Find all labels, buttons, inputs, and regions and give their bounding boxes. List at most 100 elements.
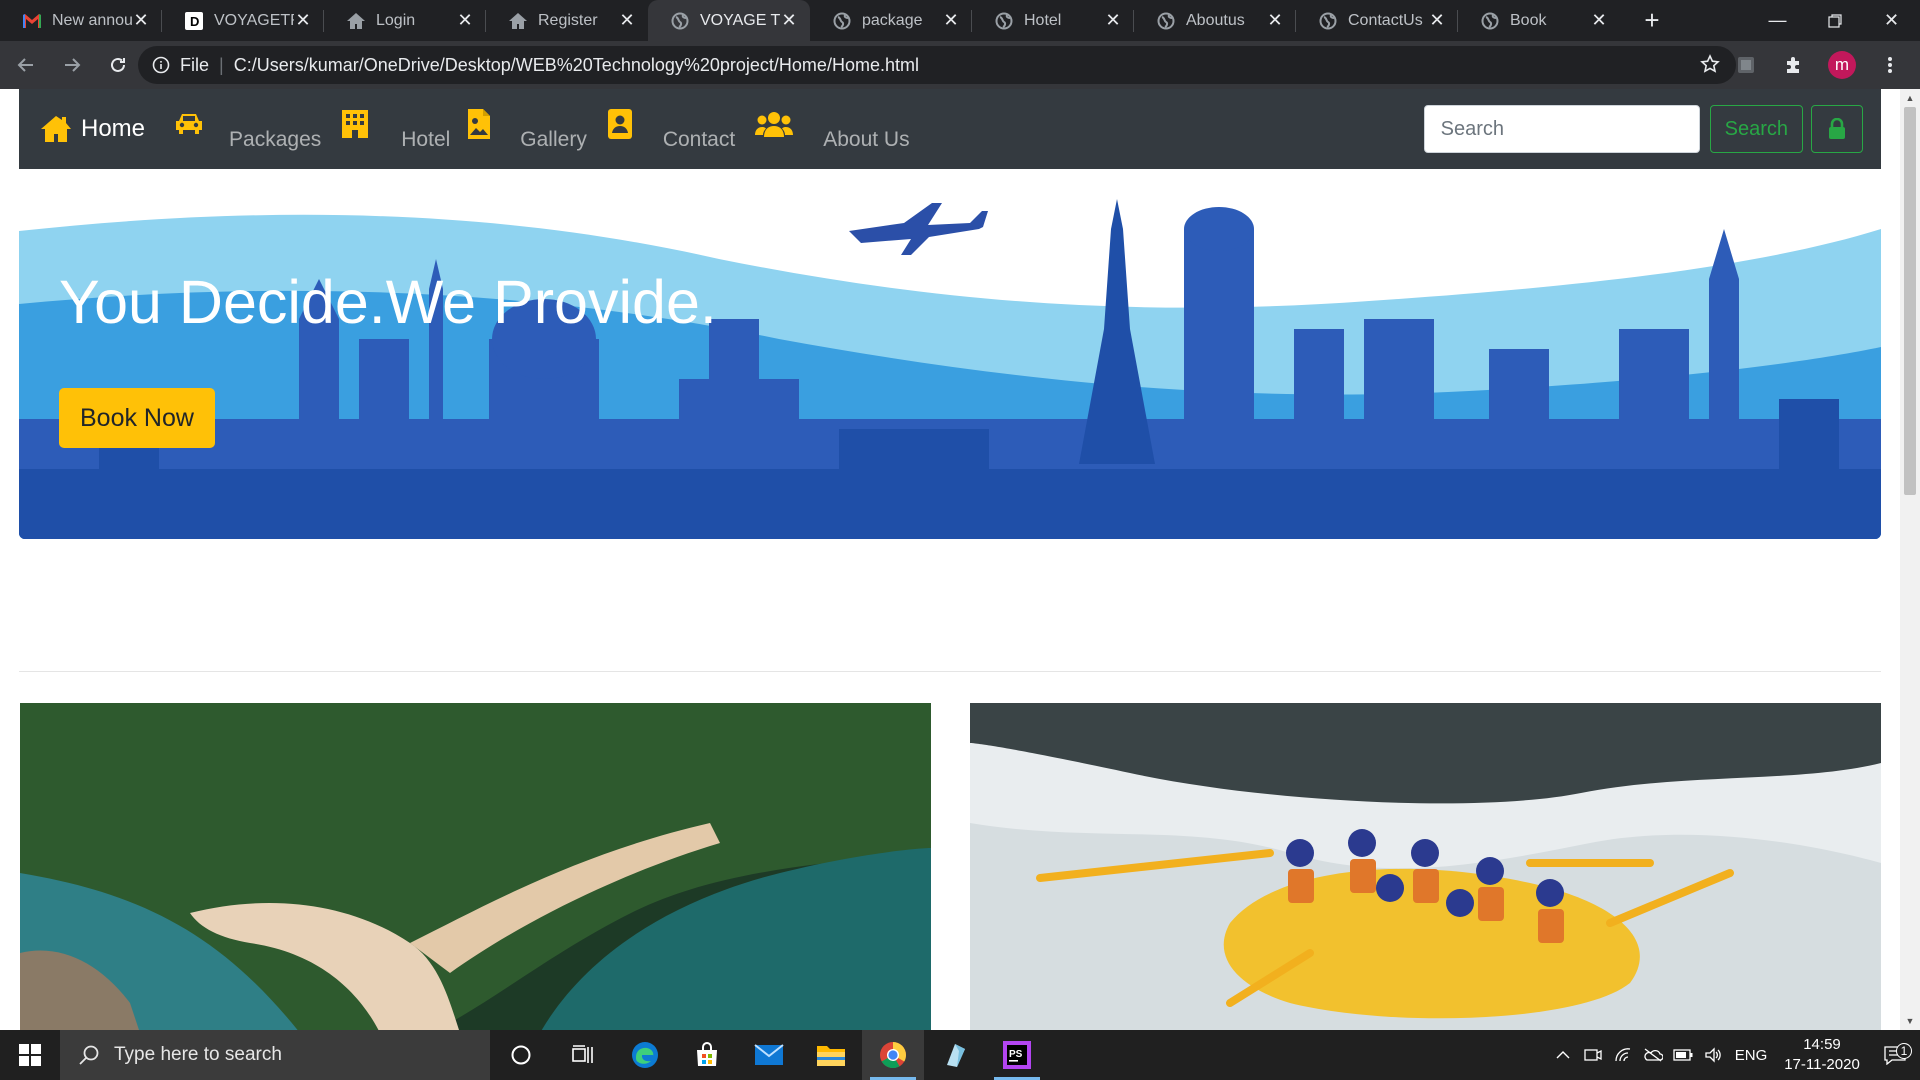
contact-card-icon — [607, 108, 633, 140]
browser-tab[interactable]: Book ✕ — [1458, 0, 1620, 41]
nav-link-label: About Us — [823, 128, 910, 151]
brand-label: Home — [81, 115, 146, 142]
microsoft-store-icon[interactable] — [676, 1030, 738, 1080]
home-icon — [346, 11, 366, 31]
nav-link-label: Hotel — [401, 128, 451, 151]
taskbar-search-placeholder: Type here to search — [114, 1044, 282, 1065]
brand-home-link[interactable]: Home — [39, 114, 145, 144]
gmail-icon — [22, 11, 42, 31]
bookmark-star-icon[interactable] — [1700, 54, 1720, 79]
nav-link-packages[interactable]: Packages — [229, 128, 321, 152]
url-text: C:/Users/kumar/OneDrive/Desktop/WEB%20Te… — [233, 54, 919, 75]
browser-tab-strip: New announ ✕ D VOYAGETRA ✕ Login ✕ Regis… — [0, 0, 1920, 41]
forward-arrow-icon[interactable] — [52, 45, 92, 85]
meet-now-icon[interactable] — [1578, 1047, 1608, 1063]
search-input[interactable] — [1423, 105, 1700, 153]
lock-icon — [1829, 118, 1845, 139]
river-rafting-image — [970, 703, 1881, 1030]
search-button[interactable]: Search — [1709, 105, 1803, 153]
building-icon — [339, 108, 371, 140]
wifi-icon[interactable] — [1608, 1047, 1638, 1063]
scroll-up-icon[interactable]: ▲ — [1905, 93, 1915, 103]
browser-tab[interactable]: Aboutus ✕ — [1134, 0, 1296, 41]
onedrive-icon[interactable] — [1638, 1048, 1668, 1062]
tab-title: Book — [1510, 11, 1547, 29]
globe-icon — [1156, 11, 1176, 31]
browser-tab[interactable]: D VOYAGETRA ✕ — [162, 0, 324, 41]
globe-icon — [1318, 11, 1338, 31]
info-icon[interactable] — [150, 54, 172, 76]
reload-icon[interactable] — [98, 45, 138, 85]
language-indicator[interactable]: ENG — [1728, 1047, 1774, 1064]
close-tab-icon[interactable]: ✕ — [1104, 10, 1122, 30]
kebab-menu-icon[interactable] — [1870, 45, 1910, 85]
extension-icon[interactable] — [1726, 45, 1766, 85]
back-arrow-icon[interactable] — [6, 45, 46, 85]
app-icon[interactable] — [924, 1030, 986, 1080]
close-tab-icon[interactable]: ✕ — [132, 10, 150, 30]
nav-link-label: Packages — [229, 128, 322, 151]
avatar: m — [1828, 51, 1856, 79]
browser-tab[interactable]: New announ ✕ — [0, 0, 162, 41]
chevron-up-icon[interactable] — [1548, 1050, 1578, 1060]
tab-title: ContactUs — [1348, 11, 1423, 29]
close-tab-icon[interactable]: ✕ — [1590, 10, 1608, 30]
svg-text:PS: PS — [1009, 1049, 1023, 1060]
nav-link-contact[interactable]: Contact — [663, 128, 735, 152]
nav-link-hotel[interactable]: Hotel — [401, 128, 450, 152]
task-view-icon[interactable] — [552, 1030, 614, 1080]
browser-tab[interactable]: Hotel ✕ — [972, 0, 1134, 41]
address-bar[interactable]: File | C:/Users/kumar/OneDrive/Desktop/W… — [138, 46, 1736, 84]
browser-tab-active[interactable]: VOYAGE TRA ✕ — [648, 0, 810, 41]
divider: | — [219, 54, 224, 75]
mail-icon[interactable] — [738, 1030, 800, 1080]
scroll-down-icon[interactable]: ▼ — [1905, 1016, 1915, 1026]
close-tab-icon[interactable]: ✕ — [780, 10, 798, 30]
site-navbar: Home Packages Hotel Gallery Contact Abou… — [19, 89, 1881, 169]
browser-tab[interactable]: Register ✕ — [486, 0, 648, 41]
puzzle-extensions-icon[interactable] — [1774, 45, 1814, 85]
tab-title: New announ — [52, 11, 132, 29]
battery-icon[interactable] — [1668, 1049, 1698, 1061]
close-tab-icon[interactable]: ✕ — [1428, 10, 1446, 30]
restore-icon[interactable] — [1806, 0, 1863, 41]
minimize-icon[interactable]: — — [1749, 0, 1806, 41]
profile-avatar[interactable]: m — [1822, 45, 1862, 85]
clock[interactable]: 14:59 17-11-2020 — [1774, 1035, 1870, 1075]
close-tab-icon[interactable]: ✕ — [1266, 10, 1284, 30]
search-icon — [79, 1045, 99, 1065]
file-explorer-icon[interactable] — [800, 1030, 862, 1080]
close-tab-icon[interactable]: ✕ — [942, 10, 960, 30]
notification-center-icon[interactable]: 1 — [1870, 1043, 1920, 1065]
taskbar-search-box[interactable]: Type here to search — [60, 1030, 490, 1080]
beach-island-image — [20, 703, 931, 1030]
browser-tab[interactable]: package ✕ — [810, 0, 972, 41]
dev-icon: D — [184, 11, 204, 31]
nav-link-about-us[interactable]: About Us — [823, 128, 909, 152]
phpstorm-icon[interactable]: PS — [986, 1030, 1048, 1080]
book-now-button[interactable]: Book Now — [59, 388, 215, 448]
close-tab-icon[interactable]: ✕ — [618, 10, 636, 30]
home-icon — [41, 116, 71, 142]
nav-link-gallery[interactable]: Gallery — [520, 128, 587, 152]
login-lock-button[interactable] — [1811, 105, 1863, 153]
tab-title: Register — [538, 11, 598, 29]
windows-taskbar: Type here to search PS ENG 14:59 17-11-2… — [0, 1030, 1920, 1080]
close-tab-icon[interactable]: ✕ — [294, 10, 312, 30]
page-scrollbar[interactable]: ▲ ▼ — [1900, 89, 1920, 1030]
chrome-icon[interactable] — [862, 1030, 924, 1080]
volume-icon[interactable] — [1698, 1047, 1728, 1063]
scrollbar-thumb[interactable] — [1904, 107, 1916, 495]
browser-tab[interactable]: ContactUs ✕ — [1296, 0, 1458, 41]
close-tab-icon[interactable]: ✕ — [456, 10, 474, 30]
windows-start-icon[interactable] — [0, 1030, 60, 1080]
users-icon — [755, 110, 794, 138]
tab-title: package — [862, 11, 923, 29]
page-viewport: Home Packages Hotel Gallery Contact Abou… — [0, 89, 1900, 1030]
edge-browser-icon[interactable] — [614, 1030, 676, 1080]
new-tab-button[interactable]: + — [1632, 0, 1672, 41]
close-window-icon[interactable]: ✕ — [1863, 0, 1920, 41]
cortana-icon[interactable] — [490, 1030, 552, 1080]
city-skyline-illustration — [19, 169, 1881, 539]
browser-tab[interactable]: Login ✕ — [324, 0, 486, 41]
